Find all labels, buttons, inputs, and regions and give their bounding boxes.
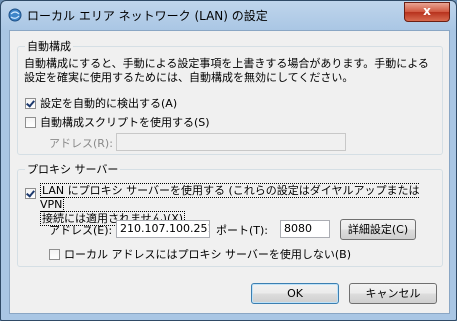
bypass-local-label: ローカル アドレスにはプロキシ サーバーを使用しない(B) (64, 248, 352, 261)
title-bar: ローカル エリア ネットワーク (LAN) の設定 x (1, 1, 456, 29)
use-proxy-checkbox[interactable] (25, 188, 36, 199)
ok-button[interactable]: OK (251, 283, 339, 304)
advanced-button[interactable]: 詳細設定(C) (340, 219, 416, 240)
window-title: ローカル エリア ネットワーク (LAN) の設定 (27, 9, 268, 23)
script-address-label: アドレス(R): (49, 137, 113, 150)
internet-options-icon (8, 8, 22, 22)
use-script-checkbox[interactable]: 自動構成スクリプトを使用する(S) (25, 114, 210, 130)
auto-config-legend: 自動構成 (25, 38, 73, 54)
auto-detect-checkbox-box[interactable] (25, 97, 36, 109)
auto-detect-label: 設定を自動的に検出する(A) (40, 97, 178, 110)
auto-detect-checkbox[interactable]: 設定を自動的に検出する(A) (25, 95, 177, 111)
proxy-address-input[interactable]: 210.107.100.251 (116, 220, 210, 238)
proxy-address-label: アドレス(E): (49, 224, 113, 237)
close-button[interactable]: x (404, 2, 450, 22)
bypass-local-checkbox[interactable]: ローカル アドレスにはプロキシ サーバーを使用しない(B) (49, 246, 351, 262)
cancel-button[interactable]: キャンセル (349, 283, 437, 304)
lan-settings-window: ローカル エリア ネットワーク (LAN) の設定 x 自動構成 自動構成にする… (0, 0, 457, 321)
use-script-label: 自動構成スクリプトを使用する(S) (40, 116, 210, 129)
proxy-legend: プロキシ サーバー (25, 161, 121, 177)
bypass-local-checkbox-box[interactable] (49, 248, 60, 260)
use-script-checkbox-box[interactable] (25, 116, 36, 128)
script-address-input[interactable] (116, 133, 346, 151)
use-proxy-label-line1: LAN にプロキシ サーバーを使用する (これらの設定はダイヤルアップまたは V… (40, 183, 420, 212)
dialog-client-area: 自動構成 自動構成にすると、手動による設定事項を上書きする場合があります。手動に… (9, 30, 450, 314)
auto-config-description: 自動構成にすると、手動による設定事項を上書きする場合があります。手動による設定を… (24, 57, 429, 84)
proxy-port-input[interactable]: 8080 (280, 220, 330, 238)
proxy-port-label: ポート(T): (216, 224, 269, 237)
auto-config-group: 自動構成 自動構成にすると、手動による設定事項を上書きする場合があります。手動に… (17, 38, 443, 155)
proxy-group: プロキシ サーバー LAN にプロキシ サーバーを使用する (これらの設定はダイ… (17, 161, 443, 267)
